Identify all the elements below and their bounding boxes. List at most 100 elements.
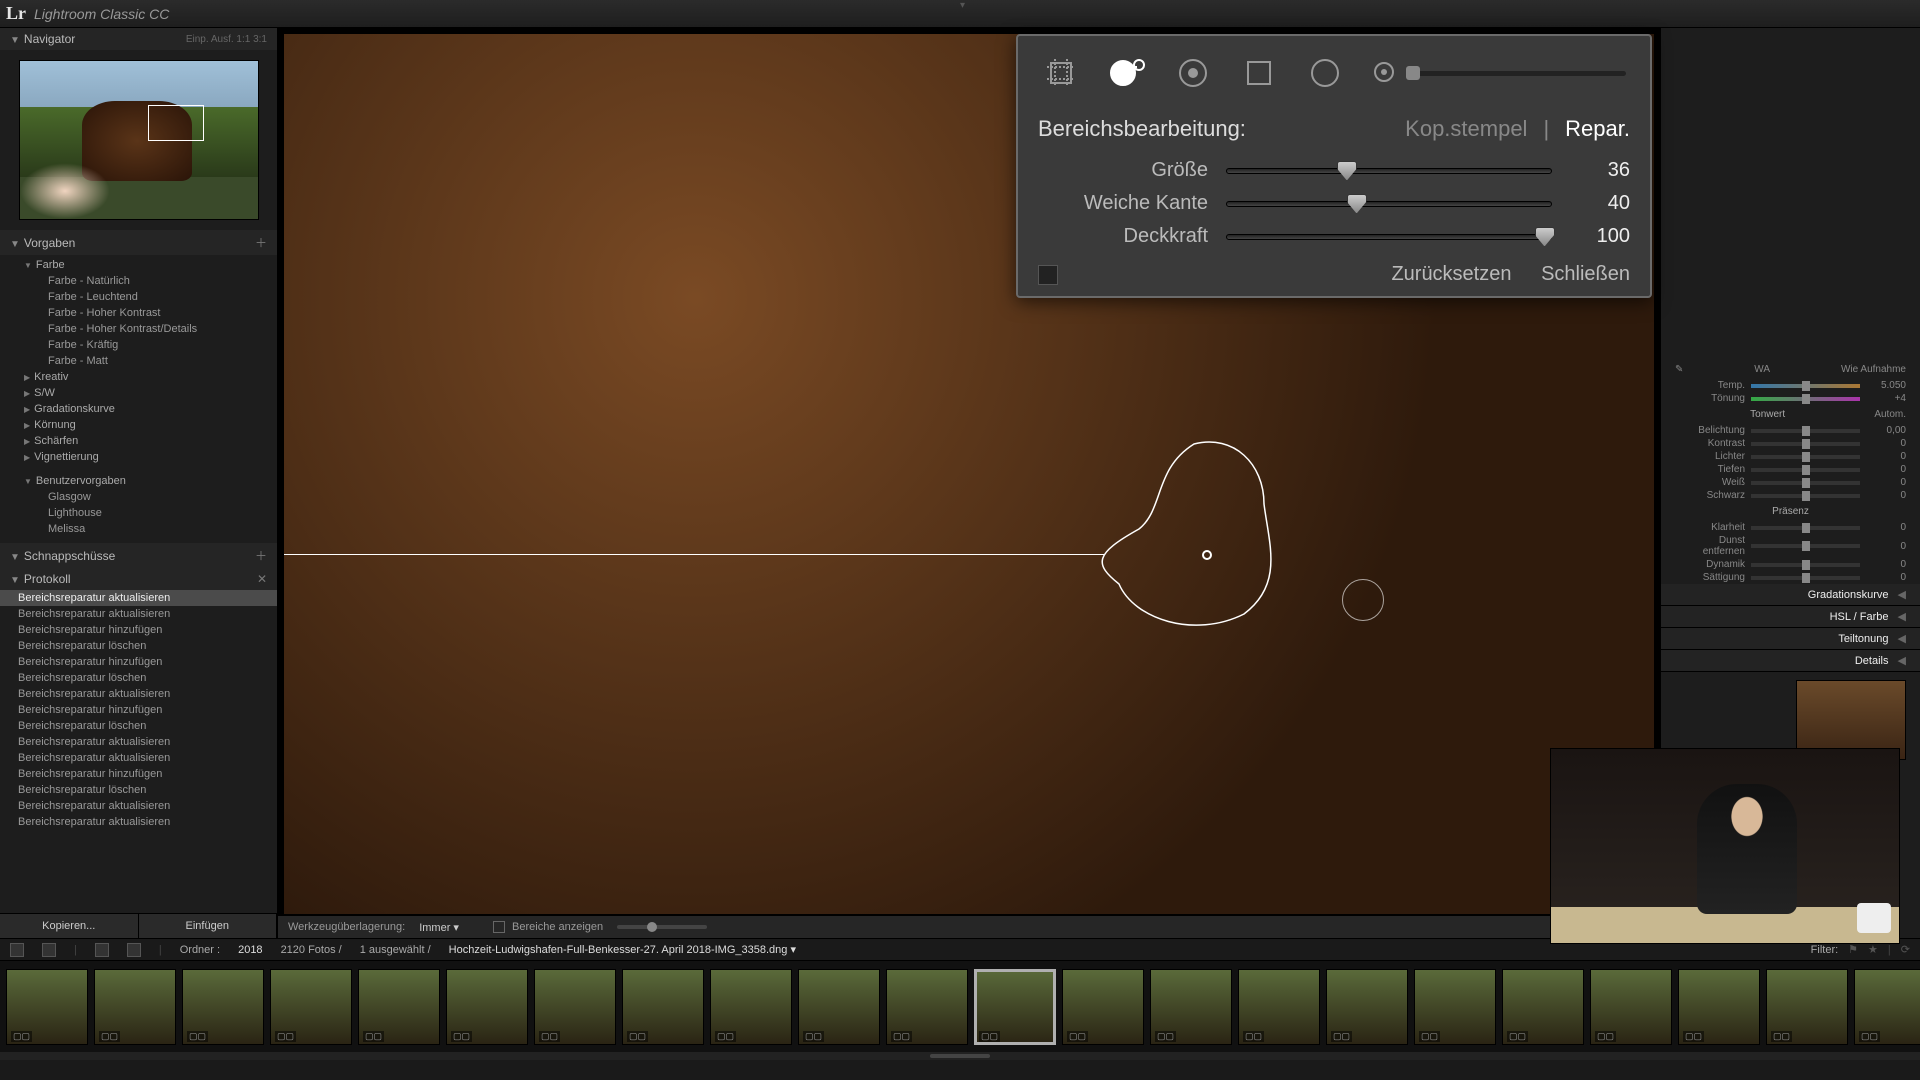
history-item[interactable]: Bereichsreparatur aktualisieren [0,814,277,830]
slider-value[interactable]: 100 [1570,225,1630,248]
right-section-header[interactable]: HSL / Farbe ◀ [1661,606,1920,628]
basic-value[interactable]: 0 [1866,438,1906,449]
history-item[interactable]: Bereichsreparatur aktualisieren [0,734,277,750]
basic-slider[interactable] [1751,429,1860,433]
compare-view-icon[interactable] [127,943,141,957]
history-item[interactable]: Bereichsreparatur aktualisieren [0,750,277,766]
basic-slider[interactable] [1751,481,1860,485]
add-preset-icon[interactable]: ＋ [255,234,267,251]
folder-name[interactable]: 2018 [238,944,262,956]
filmstrip-thumb[interactable]: ▢▢ [1150,969,1232,1045]
filmstrip-thumb[interactable]: ▢▢ [710,969,792,1045]
show-areas-checkbox[interactable] [493,921,505,933]
preset-item[interactable]: Melissa [24,521,277,537]
basic-slider[interactable] [1751,576,1860,580]
filmstrip-thumb[interactable]: ▢▢ [182,969,264,1045]
filmstrip-thumb[interactable]: ▢▢ [6,969,88,1045]
preset-item[interactable]: Farbe - Natürlich [24,273,277,289]
preset-group[interactable]: ▶Körnung [24,417,277,433]
history-item[interactable]: Bereichsreparatur löschen [0,670,277,686]
loupe-view-icon[interactable] [42,943,56,957]
clone-mode-button[interactable]: Kop.stempel [1405,116,1527,142]
history-item[interactable]: Bereichsreparatur aktualisieren [0,606,277,622]
filmstrip-thumb[interactable]: ▢▢ [1326,969,1408,1045]
filmstrip-thumb[interactable]: ▢▢ [1238,969,1320,1045]
filmstrip-thumb[interactable]: ▢▢ [886,969,968,1045]
preset-item[interactable]: Glasgow [24,489,277,505]
filmstrip-thumb[interactable]: ▢▢ [1062,969,1144,1045]
grid-view-icon[interactable] [10,943,24,957]
history-item[interactable]: Bereichsreparatur hinzufügen [0,654,277,670]
filmstrip-thumb[interactable]: ▢▢ [94,969,176,1045]
preset-group[interactable]: ▼Farbe [24,257,277,273]
navigator-zoom-options[interactable]: Einp. Ausf. 1:1 3:1 [186,34,267,45]
basic-value[interactable]: 0 [1866,490,1906,501]
filmstrip-thumb[interactable]: ▢▢ [270,969,352,1045]
right-section-header[interactable]: Teiltonung ◀ [1661,628,1920,650]
basic-value[interactable]: 0 [1866,559,1906,570]
filmstrip-thumb[interactable]: ▢▢ [1678,969,1760,1045]
basic-value[interactable]: 0 [1866,541,1906,552]
preset-group[interactable]: ▶Kreativ [24,369,277,385]
filter-flag-icon[interactable]: ⚑ [1848,943,1858,956]
filmstrip-thumb[interactable]: ▢▢ [358,969,440,1045]
spot-removal-tool-icon[interactable] [1108,54,1146,92]
preset-group[interactable]: ▶S/W [24,385,277,401]
tool-toggle-checkbox[interactable] [1038,265,1058,285]
paste-button[interactable]: Einfügen [139,914,278,938]
filter-star-icon[interactable]: ★ [1868,943,1878,956]
center-canvas[interactable]: Bereichsbearbeitung: Kop.stempel | Repar… [278,28,1660,938]
filmstrip-thumb[interactable]: ▢▢ [446,969,528,1045]
preset-group[interactable]: ▶Vignettierung [24,449,277,465]
heal-mode-button[interactable]: Repar. [1565,116,1630,142]
history-item[interactable]: Bereichsreparatur hinzufügen [0,766,277,782]
snapshots-header[interactable]: ▼Schnappschüsse ＋ [0,543,277,568]
filmstrip-grip[interactable] [0,1052,1920,1060]
add-snapshot-icon[interactable]: ＋ [255,547,267,564]
basic-value[interactable]: +4 [1866,393,1906,404]
preset-item[interactable]: Farbe - Matt [24,353,277,369]
slider-track[interactable] [1226,201,1552,207]
filmstrip-thumb[interactable]: ▢▢ [798,969,880,1045]
copy-button[interactable]: Kopieren... [0,914,139,938]
filmstrip-thumb[interactable]: ▢▢ [534,969,616,1045]
filmstrip-thumb[interactable]: ▢▢ [1502,969,1584,1045]
user-presets-group[interactable]: ▼Benutzervorgaben [24,473,277,489]
right-section-header[interactable]: Gradationskurve ◀ [1661,584,1920,606]
close-button[interactable]: Schließen [1541,263,1630,285]
presets-header[interactable]: ▼Vorgaben ＋ [0,230,277,255]
filmstrip-thumb[interactable]: ▢▢ [1854,969,1920,1045]
basic-value[interactable]: 0 [1866,477,1906,488]
basic-value[interactable]: 0 [1866,451,1906,462]
filmstrip-thumb[interactable]: ▢▢ [1766,969,1848,1045]
history-item[interactable]: Bereichsreparatur hinzufügen [0,622,277,638]
clear-history-icon[interactable]: ✕ [257,572,267,586]
preset-group[interactable]: ▶Gradationskurve [24,401,277,417]
history-item[interactable]: Bereichsreparatur aktualisieren [0,798,277,814]
filmstrip[interactable]: ▢▢▢▢▢▢▢▢▢▢▢▢▢▢▢▢▢▢▢▢▢▢▢▢▢▢▢▢▢▢▢▢▢▢▢▢▢▢▢▢… [0,960,1920,1052]
spot-pin-icon[interactable] [1202,550,1212,560]
visualize-slider[interactable] [617,925,707,929]
eyedropper-icon[interactable]: ✎ [1675,364,1683,375]
history-item[interactable]: Bereichsreparatur aktualisieren [0,686,277,702]
adjustment-brush-tool-icon[interactable] [1372,54,1626,92]
reset-button[interactable]: Zurücksetzen [1391,263,1511,285]
preset-item[interactable]: Farbe - Hoher Kontrast/Details [24,321,277,337]
radial-filter-tool-icon[interactable] [1306,54,1344,92]
slider-value[interactable]: 36 [1570,159,1630,182]
basic-slider[interactable] [1751,544,1860,548]
crop-tool-icon[interactable] [1042,54,1080,92]
preset-group[interactable]: ▶Schärfen [24,433,277,449]
basic-slider[interactable] [1751,397,1860,401]
navigator-thumbnail[interactable] [19,60,259,220]
basic-value[interactable]: 0 [1866,572,1906,583]
wa-value-dropdown[interactable]: Wie Aufnahme [1841,364,1906,375]
basic-slider[interactable] [1751,494,1860,498]
filmstrip-thumb[interactable]: ▢▢ [974,969,1056,1045]
right-section-header[interactable]: Details ◀ [1661,650,1920,672]
spot-outline[interactable] [1084,434,1344,654]
basic-value[interactable]: 5.050 [1866,380,1906,391]
history-header[interactable]: ▼Protokoll ✕ [0,568,277,590]
history-item[interactable]: Bereichsreparatur hinzufügen [0,702,277,718]
slider-track[interactable] [1226,234,1552,240]
